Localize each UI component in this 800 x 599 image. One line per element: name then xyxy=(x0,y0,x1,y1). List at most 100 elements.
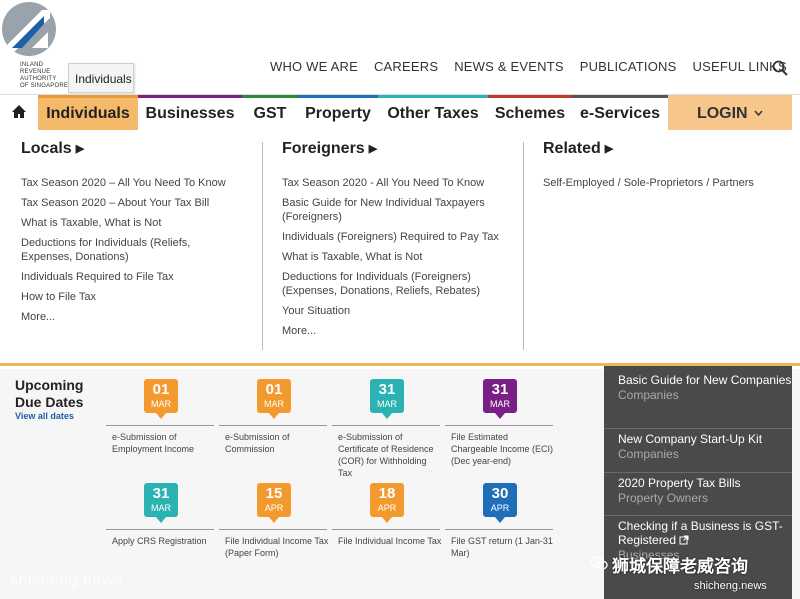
date-badge: 31 MAR xyxy=(370,379,404,419)
quick-link[interactable]: Basic Guide for New Companies Companies xyxy=(604,373,792,402)
top-nav-publications[interactable]: PUBLICATIONS xyxy=(580,59,677,74)
date-divider xyxy=(445,529,553,530)
logo-emblem xyxy=(2,2,56,56)
date-divider xyxy=(332,529,440,530)
menu-link[interactable]: How to File Tax xyxy=(21,290,231,304)
chevron-down-icon xyxy=(754,110,763,117)
date-divider xyxy=(106,425,214,426)
due-date-item[interactable]: 01 MAR e-Submission of Employment Income xyxy=(104,375,214,475)
login-button[interactable]: LOGIN xyxy=(668,95,792,131)
nav-individuals[interactable]: Individuals xyxy=(38,95,138,131)
date-description: e-Submission of Employment Income xyxy=(112,432,195,454)
menu-link[interactable]: Deductions for Individuals (Foreigners) … xyxy=(282,270,512,298)
watermark-text: shicheng.news xyxy=(10,572,123,589)
home-button[interactable] xyxy=(0,95,38,131)
badge-pointer xyxy=(156,517,166,523)
nav-gst[interactable]: GST xyxy=(242,95,298,131)
menu-link[interactable]: Tax Season 2020 - All You Need To Know xyxy=(282,176,512,190)
due-date-item[interactable]: 31 MAR Apply CRS Registration xyxy=(104,479,214,579)
due-date-item[interactable]: 18 APR File Individual Income Tax xyxy=(330,479,442,579)
badge-pointer xyxy=(495,517,505,523)
date-badge: 15 APR xyxy=(257,483,291,523)
date-month: MAR xyxy=(151,399,171,409)
menu-link-more[interactable]: More... xyxy=(282,324,512,338)
quick-link-divider xyxy=(604,472,792,473)
menu-heading-foreigners[interactable]: Foreigners ▶ xyxy=(282,140,512,158)
wechat-icon xyxy=(590,556,608,570)
menu-divider xyxy=(523,142,524,350)
date-badge: 30 APR xyxy=(483,483,517,523)
date-badge: 01 MAR xyxy=(257,379,291,419)
badge-pointer xyxy=(382,413,392,419)
nav-other-taxes[interactable]: Other Taxes xyxy=(378,95,488,131)
nav-businesses[interactable]: Businesses xyxy=(138,95,242,131)
menu-link[interactable]: Basic Guide for New Individual Taxpayers… xyxy=(282,196,512,224)
home-icon xyxy=(12,105,26,118)
tooltip: Individuals xyxy=(68,63,134,93)
due-date-item[interactable]: 31 MAR e-Submission of Certificate of Resi… xyxy=(330,375,440,478)
due-date-item[interactable]: 15 APR File Individual Income Tax (Paper F… xyxy=(217,479,328,579)
menu-link[interactable]: Your Situation xyxy=(282,304,512,318)
menu-link[interactable]: Self-Employed / Sole-Proprietors / Partn… xyxy=(543,176,783,190)
nav-e-services[interactable]: e-Services xyxy=(572,95,668,131)
view-all-dates-link[interactable]: View all dates xyxy=(15,411,74,421)
date-divider xyxy=(332,425,440,426)
menu-link[interactable]: Individuals Required to File Tax xyxy=(21,270,231,284)
quick-link[interactable]: 2020 Property Tax Bills Property Owners xyxy=(604,476,792,505)
watermark-url: shicheng.news xyxy=(694,580,767,592)
main-nav: Individuals Businesses GST Property Othe… xyxy=(0,94,800,131)
iras-logo[interactable]: INLAND REVENUE AUTHORITY OF SINGAPORE xyxy=(2,2,68,90)
date-divider xyxy=(219,425,327,426)
menu-link[interactable]: What is Taxable, What is Not xyxy=(21,216,231,230)
top-nav-news-events[interactable]: NEWS & EVENTS xyxy=(454,59,564,74)
date-day: 01 xyxy=(265,381,283,398)
search-icon[interactable] xyxy=(772,60,788,76)
top-nav-careers[interactable]: CAREERS xyxy=(374,59,438,74)
date-month: APR xyxy=(377,503,397,513)
date-month: MAR xyxy=(377,399,397,409)
due-date-item[interactable]: 01 MAR e-Submission of Commission xyxy=(217,375,327,475)
date-description: e-Submission of Commission xyxy=(225,432,290,454)
date-description: Apply CRS Registration xyxy=(112,536,207,546)
menu-link[interactable]: What is Taxable, What is Not xyxy=(282,250,512,264)
badge-pointer xyxy=(382,517,392,523)
date-divider xyxy=(106,529,214,530)
quick-link[interactable]: New Company Start-Up Kit Companies xyxy=(604,432,792,461)
menu-link-more[interactable]: More... xyxy=(21,310,231,324)
nav-property[interactable]: Property xyxy=(298,95,378,131)
date-description: File GST return (1 Jan-31 Mar) xyxy=(451,536,553,558)
menu-heading-locals[interactable]: Locals ▶ xyxy=(21,140,231,158)
nav-schemes[interactable]: Schemes xyxy=(488,95,572,131)
menu-heading-related[interactable]: Related ▶ xyxy=(543,140,783,158)
date-month: MAR xyxy=(151,503,171,513)
menu-link[interactable]: Deductions for Individuals (Reliefs, Exp… xyxy=(21,236,231,264)
menu-link[interactable]: Tax Season 2020 – About Your Tax Bill xyxy=(21,196,231,210)
badge-pointer xyxy=(156,413,166,419)
due-date-item[interactable]: 30 APR File GST return (1 Jan-31 Mar) xyxy=(443,479,553,579)
top-nav: WHO WE ARE CAREERS NEWS & EVENTS PUBLICA… xyxy=(270,59,800,74)
date-description: File Estimated Chargeable Income (ECI) (… xyxy=(451,432,554,466)
quick-link-divider xyxy=(604,428,792,429)
mega-menu: Locals ▶ Tax Season 2020 – All You Need T… xyxy=(0,130,800,366)
top-nav-who-we-are[interactable]: WHO WE ARE xyxy=(270,59,358,74)
menu-column-locals: Locals ▶ Tax Season 2020 – All You Need T… xyxy=(21,130,231,350)
date-day: 18 xyxy=(378,485,396,502)
date-day: 15 xyxy=(265,485,283,502)
date-month: APR xyxy=(490,503,510,513)
menu-column-foreigners: Foreigners ▶ Tax Season 2020 - All You Ne… xyxy=(282,130,512,350)
external-link-icon xyxy=(679,535,689,545)
menu-link[interactable]: Individuals (Foreigners) Required to Pay… xyxy=(282,230,512,244)
date-description: File Individual Income Tax xyxy=(338,536,442,546)
logo-text: INLAND REVENUE AUTHORITY OF SINGAPORE xyxy=(20,62,69,89)
badge-pointer xyxy=(495,413,505,419)
date-badge: 31 MAR xyxy=(483,379,517,419)
menu-link[interactable]: Tax Season 2020 – All You Need To Know xyxy=(21,176,231,190)
triangle-right-icon: ▶ xyxy=(368,143,378,155)
quick-link-divider xyxy=(604,515,792,516)
date-month: MAR xyxy=(490,399,510,409)
date-day: 31 xyxy=(491,381,509,398)
due-date-item[interactable]: 31 MAR File Estimated Chargeable Income (E… xyxy=(443,375,553,475)
date-day: 30 xyxy=(491,485,509,502)
badge-pointer xyxy=(269,413,279,419)
date-badge: 31 MAR xyxy=(144,483,178,523)
